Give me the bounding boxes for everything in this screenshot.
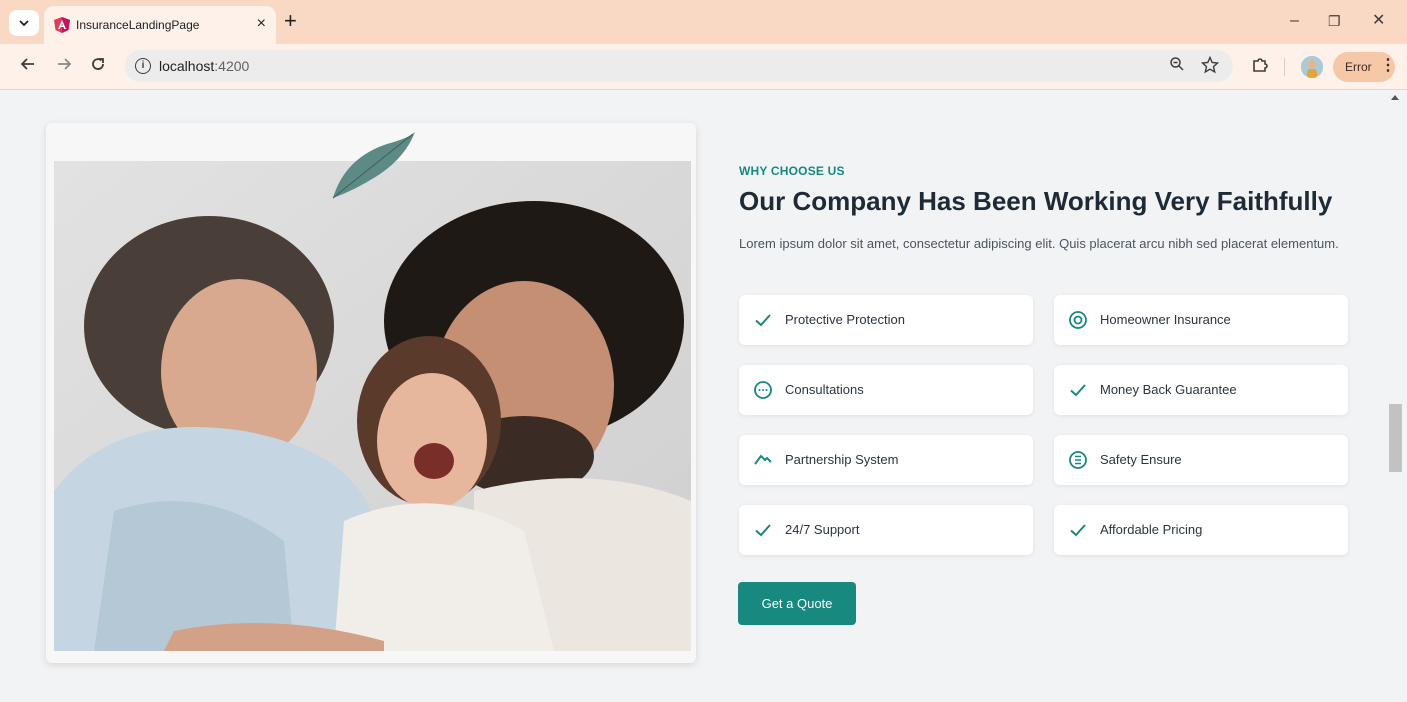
scrollbar-thumb[interactable]: [1389, 404, 1402, 472]
section-heading: Our Company Has Been Working Very Faithf…: [739, 186, 1333, 216]
back-arrow-icon[interactable]: [20, 56, 36, 76]
browser-toolbar: i localhost:4200: [0, 44, 1407, 90]
chat-dots-icon: [754, 381, 772, 399]
close-window-icon[interactable]: ✕: [1372, 12, 1385, 30]
feature-label: Protective Protection: [785, 312, 905, 327]
check-icon: [755, 314, 771, 327]
feature-card-protective-protection: Protective Protection: [739, 295, 1033, 345]
feature-label: Safety Ensure: [1100, 452, 1182, 467]
leaf-decoration: [332, 132, 415, 199]
extensions-icon[interactable]: [1251, 56, 1269, 78]
section-eyebrow: WHY CHOOSE US: [739, 164, 845, 178]
url-text[interactable]: localhost:4200: [159, 58, 249, 74]
feature-label: Money Back Guarantee: [1100, 382, 1237, 397]
new-tab-icon[interactable]: +: [284, 10, 297, 32]
restore-icon[interactable]: ❐: [1328, 12, 1341, 30]
feature-label: Partnership System: [785, 452, 899, 467]
section-description: Lorem ipsum dolor sit amet, consectetur …: [739, 236, 1339, 251]
target-circle-icon: [1069, 311, 1087, 329]
feature-card-homeowner-insurance: Homeowner Insurance: [1054, 295, 1348, 345]
tab-close-icon[interactable]: ×: [257, 15, 266, 33]
reload-icon[interactable]: [90, 56, 106, 76]
angular-favicon: [54, 17, 70, 33]
site-info-icon[interactable]: i: [135, 58, 151, 74]
profile-avatar[interactable]: [1301, 56, 1323, 78]
feature-card-consultations: Consultations: [739, 365, 1033, 415]
browser-tab-active[interactable]: InsuranceLandingPage ×: [44, 6, 276, 44]
zoom-icon[interactable]: [1169, 56, 1185, 77]
browser-tab-bar: InsuranceLandingPage × + – ❐ ✕: [0, 0, 1407, 44]
feature-card-24-7-support: 24/7 Support: [739, 505, 1033, 555]
profile-error-button[interactable]: Error ⋮: [1333, 52, 1396, 82]
minimize-icon[interactable]: –: [1290, 12, 1299, 30]
menu-dots-icon[interactable]: ⋮: [1380, 57, 1396, 75]
check-icon: [755, 524, 771, 537]
handshake-icon: [754, 454, 772, 465]
address-bar[interactable]: i localhost:4200: [125, 50, 1233, 82]
check-icon: [1070, 384, 1086, 397]
list-circle-icon: [1069, 451, 1087, 469]
vertical-scrollbar[interactable]: [1387, 91, 1407, 702]
get-a-quote-button[interactable]: Get a Quote: [738, 582, 856, 625]
forward-arrow-icon[interactable]: [56, 56, 72, 76]
tab-dropdown-icon[interactable]: [9, 10, 39, 36]
feature-card-money-back-guarantee: Money Back Guarantee: [1054, 365, 1348, 415]
feature-label: Affordable Pricing: [1100, 522, 1203, 537]
feature-label: 24/7 Support: [785, 522, 860, 537]
bookmark-star-icon[interactable]: [1200, 55, 1220, 79]
feature-card-safety-ensure: Safety Ensure: [1054, 435, 1348, 485]
feature-card-affordable-pricing: Affordable Pricing: [1054, 505, 1348, 555]
feature-label: Homeowner Insurance: [1100, 312, 1231, 327]
toolbar-separator: [1284, 58, 1285, 76]
scroll-up-arrow-icon[interactable]: [1391, 95, 1399, 100]
family-photo: [54, 161, 691, 651]
feature-label: Consultations: [785, 382, 864, 397]
check-icon: [1070, 524, 1086, 537]
tab-title: InsuranceLandingPage: [76, 18, 200, 32]
feature-card-partnership-system: Partnership System: [739, 435, 1033, 485]
